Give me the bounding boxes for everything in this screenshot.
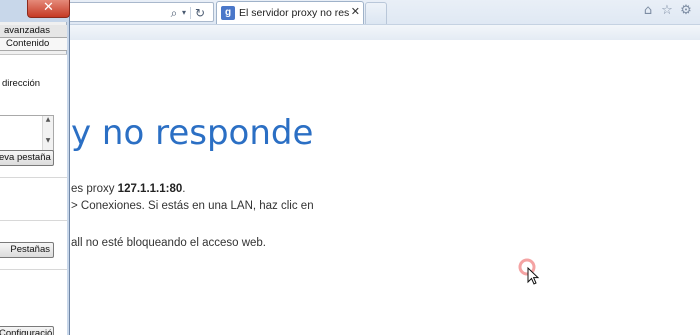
use-new-tab-button[interactable]: eva pestaña [0,150,54,166]
address-separator [190,7,191,19]
new-tab-button[interactable] [365,2,387,24]
proxy-line-suffix: . [182,183,186,195]
tab-opciones-avanzadas[interactable]: avanzadas [0,25,67,38]
connections-hint: > Conexiones. Si estás en una LAN, haz c… [71,200,314,212]
browser-chrome: ⌕ ▾ ↻ g El servidor proxy no responde ✕ … [0,0,700,40]
home-page-textarea[interactable]: ▲ ▼ [0,115,54,155]
configuration-button[interactable]: Configuración [0,326,54,335]
proxy-info-line: es proxy 127.1.1.1:80. [71,183,185,195]
mouse-cursor-icon [518,258,540,285]
tab-contenido[interactable]: Contenido [0,38,67,51]
home-icon[interactable]: ⌂ [640,3,656,19]
proxy-line-prefix: es proxy [71,183,118,195]
tab-title: El servidor proxy no responde [239,7,349,19]
group-divider [0,220,67,221]
gear-icon[interactable]: ⚙ [678,3,694,19]
firewall-hint: all no esté bloqueando el acceso web. [71,237,267,249]
tab-active[interactable]: g El servidor proxy no responde ✕ [216,1,364,25]
tabs-settings-button[interactable]: Pestañas [0,242,54,258]
group-divider [0,177,67,178]
error-page: y no responde es proxy 127.1.1.1:80. > C… [0,40,700,335]
close-icon[interactable]: ✕ [27,0,70,18]
google-favicon-icon: g [221,6,235,20]
dialog-body: avanzadas Contenido dirección ▲ ▼ eva pes… [0,22,67,335]
star-icon[interactable]: ☆ [659,3,675,19]
home-page-label: dirección [2,78,41,89]
address-bar[interactable]: ⌕ ▾ ↻ [70,2,214,22]
general-tab-panel: dirección ▲ ▼ eva pestaña Pestañas Config… [0,54,67,335]
page-title: y no responde [71,113,314,153]
command-bar [70,24,700,40]
textarea-scrollbar[interactable]: ▲ ▼ [42,116,53,154]
internet-options-dialog: ✕ avanzadas Contenido dirección ▲ ▼ eva p… [0,0,70,335]
tab-close-icon[interactable]: ✕ [351,5,360,18]
proxy-address: 127.1.1.1:80 [117,183,183,195]
group-divider [0,269,67,270]
refresh-icon[interactable]: ↻ [192,5,208,21]
